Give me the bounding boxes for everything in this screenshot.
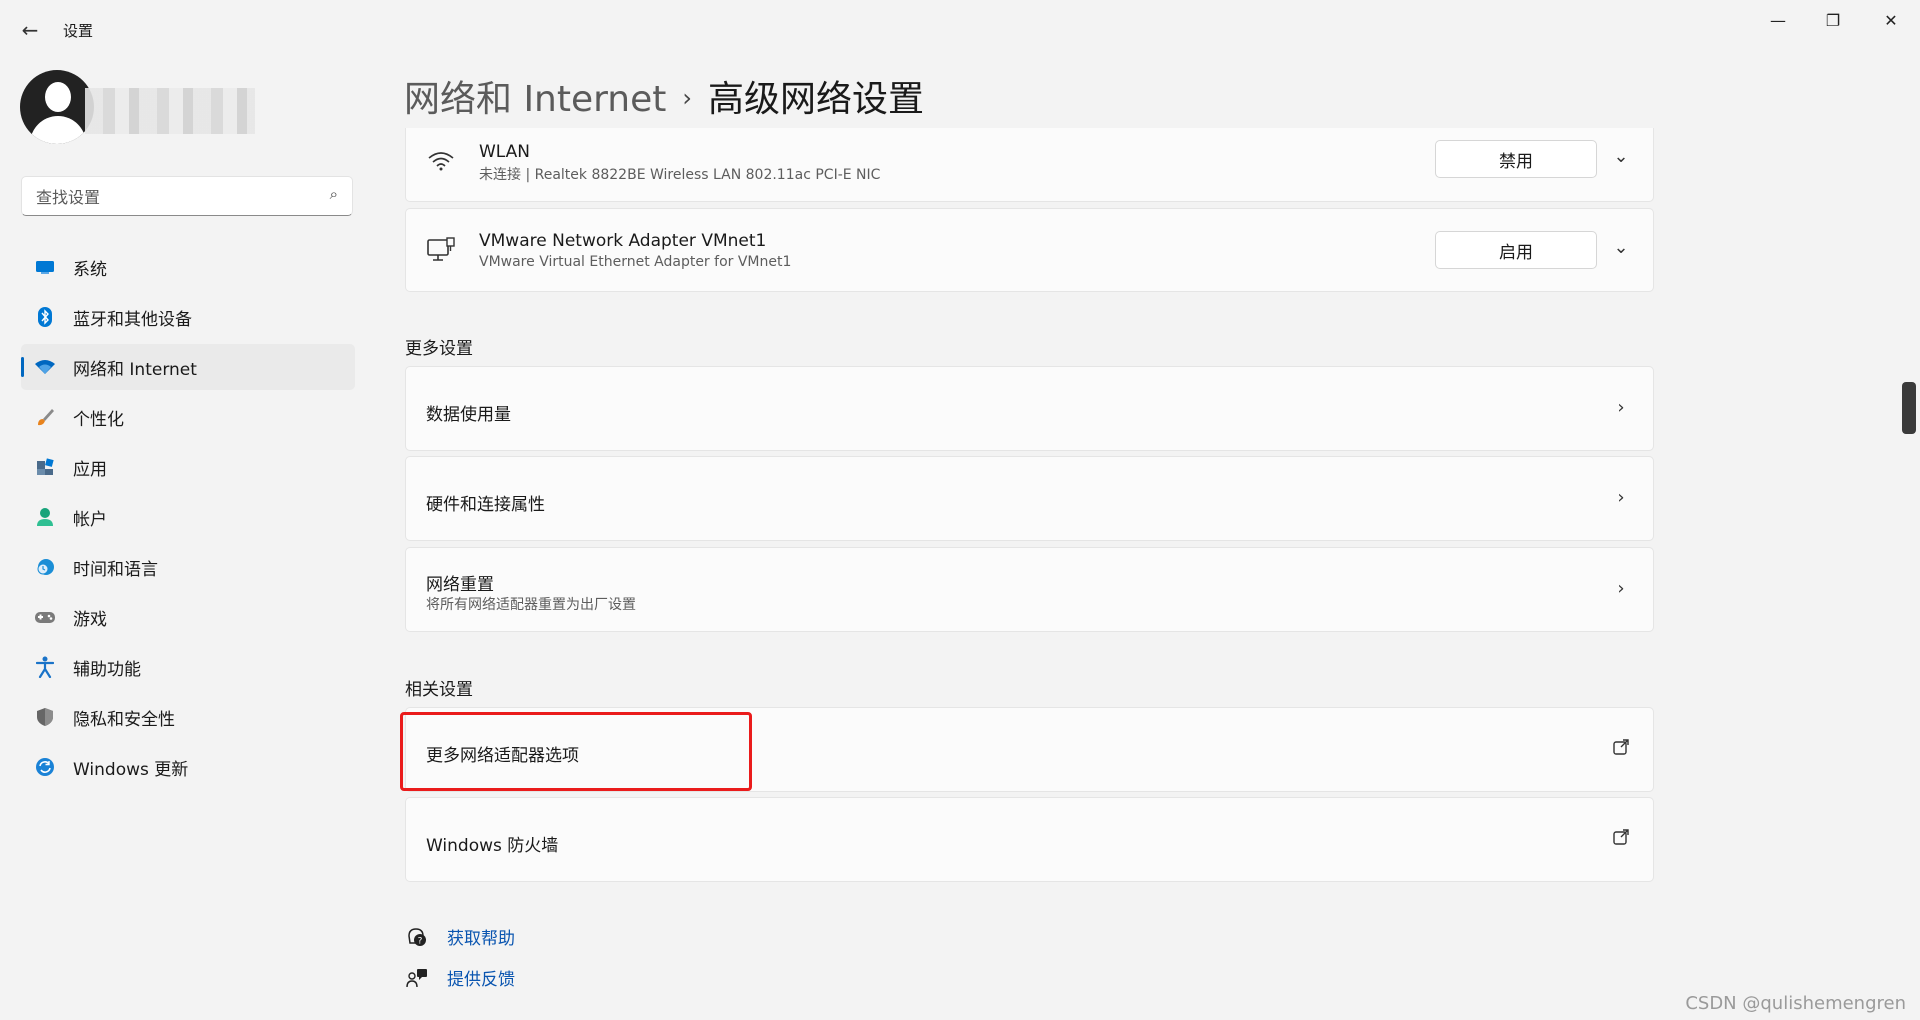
apps-icon: [33, 455, 57, 479]
sidebar-nav: 系统 蓝牙和其他设备 网络和 Internet 个性化 应用 帐户 时间和语言 …: [21, 244, 355, 794]
wifi-icon: [426, 146, 456, 176]
ethernet-adapter-icon: [426, 235, 456, 265]
get-help-label[interactable]: 获取帮助: [447, 924, 515, 949]
sidebar-item-accessibility[interactable]: 辅助功能: [21, 644, 355, 690]
clock-globe-icon: [33, 555, 57, 579]
sidebar-item-windows-update[interactable]: Windows 更新: [21, 744, 355, 790]
breadcrumb: 网络和 Internet › 高级网络设置: [404, 70, 924, 122]
back-arrow-icon[interactable]: ←: [16, 14, 44, 46]
sidebar-item-label: 应用: [73, 459, 107, 480]
external-link-icon: [1611, 828, 1631, 851]
sidebar-item-label: 辅助功能: [73, 659, 141, 680]
search-box[interactable]: ⌕: [21, 176, 353, 216]
wifi-icon: [33, 355, 57, 379]
section-heading-more-settings: 更多设置: [405, 339, 473, 359]
update-icon: [33, 755, 57, 779]
sidebar-item-system[interactable]: 系统: [21, 244, 355, 290]
sidebar-item-label: 游戏: [73, 609, 107, 630]
search-input[interactable]: [34, 185, 308, 209]
shield-icon: [33, 705, 57, 729]
external-link-icon: [1611, 738, 1631, 761]
sidebar-item-bluetooth[interactable]: 蓝牙和其他设备: [21, 294, 355, 340]
svg-text:?: ?: [418, 936, 423, 946]
bluetooth-icon: [33, 305, 57, 329]
sidebar-item-apps[interactable]: 应用: [21, 444, 355, 490]
highlight-box: [400, 712, 752, 791]
sidebar-item-label: 蓝牙和其他设备: [73, 309, 192, 330]
settings-row-data-usage[interactable]: 数据使用量 ›: [405, 366, 1654, 451]
breadcrumb-parent[interactable]: 网络和 Internet: [404, 79, 666, 120]
get-help-link[interactable]: ? 获取帮助: [405, 924, 515, 949]
sidebar-item-network[interactable]: 网络和 Internet: [21, 344, 355, 390]
page-title: 高级网络设置: [708, 79, 925, 120]
sidebar-item-label: 隐私和安全性: [73, 709, 175, 730]
blurred-username: [85, 88, 255, 134]
row-title: 硬件和连接属性: [426, 495, 545, 515]
close-button[interactable]: ✕: [1868, 8, 1914, 32]
row-title: 网络重置: [426, 575, 494, 595]
adapter-card-wlan[interactable]: WLAN 未连接 | Realtek 8822BE Wireless LAN 8…: [405, 128, 1654, 202]
help-icon: ?: [405, 925, 429, 949]
sidebar-item-label: 系统: [73, 259, 107, 280]
minimize-button[interactable]: —: [1755, 8, 1801, 32]
avatar[interactable]: [20, 70, 94, 144]
window-title: 设置: [63, 22, 94, 40]
feedback-icon: [405, 966, 429, 990]
row-title: 数据使用量: [426, 405, 511, 425]
accessibility-icon: [33, 655, 57, 679]
breadcrumb-separator: ›: [682, 84, 692, 112]
sidebar-item-accounts[interactable]: 帐户: [21, 494, 355, 540]
settings-row-network-reset[interactable]: 网络重置 将所有网络适配器重置为出厂设置 ›: [405, 547, 1654, 632]
sidebar-item-gaming[interactable]: 游戏: [21, 594, 355, 640]
sidebar-item-label: 时间和语言: [73, 559, 158, 580]
row-title: Windows 防火墙: [426, 836, 559, 856]
adapter-description: VMware Virtual Ethernet Adapter for VMne…: [479, 254, 792, 270]
disable-adapter-button[interactable]: 禁用: [1435, 140, 1597, 178]
title-bar: ← 设置 — ❐ ✕: [0, 0, 1920, 60]
enable-adapter-button[interactable]: 启用: [1435, 231, 1597, 269]
scrollbar-thumb[interactable]: [1902, 382, 1916, 434]
adapter-card-vmnet1[interactable]: VMware Network Adapter VMnet1 VMware Vir…: [405, 208, 1654, 292]
avatar-shoulders: [30, 116, 86, 144]
account-icon: [33, 505, 57, 529]
adapter-name: WLAN: [479, 142, 531, 162]
chevron-right-icon: ›: [1617, 578, 1625, 599]
settings-row-windows-firewall[interactable]: Windows 防火墙: [405, 797, 1654, 882]
give-feedback-label[interactable]: 提供反馈: [447, 965, 515, 990]
adapter-description: 未连接 | Realtek 8822BE Wireless LAN 802.11…: [479, 167, 881, 183]
settings-row-hardware-properties[interactable]: 硬件和连接属性 ›: [405, 456, 1654, 541]
sidebar-item-label: Windows 更新: [73, 759, 189, 780]
system-icon: [33, 255, 57, 279]
search-icon: ⌕: [329, 185, 338, 203]
chevron-down-icon[interactable]: ⌄: [1611, 146, 1631, 167]
row-subtitle: 将所有网络适配器重置为出厂设置: [426, 597, 636, 613]
adapter-name: VMware Network Adapter VMnet1: [479, 231, 767, 251]
chevron-right-icon: ›: [1617, 487, 1625, 508]
avatar-head: [45, 82, 71, 112]
sidebar-item-label: 网络和 Internet: [73, 359, 197, 380]
give-feedback-link[interactable]: 提供反馈: [405, 965, 515, 990]
chevron-right-icon: ›: [1617, 397, 1625, 418]
sidebar-item-time-language[interactable]: 时间和语言: [21, 544, 355, 590]
brush-icon: [33, 405, 57, 429]
watermark: CSDN @qulishemengren: [1685, 993, 1906, 1014]
chevron-down-icon[interactable]: ⌄: [1611, 237, 1631, 258]
sidebar-item-label: 个性化: [73, 409, 124, 430]
section-heading-related-settings: 相关设置: [405, 680, 473, 700]
sidebar-item-privacy[interactable]: 隐私和安全性: [21, 694, 355, 740]
sidebar-item-label: 帐户: [73, 509, 107, 530]
gamepad-icon: [33, 605, 57, 629]
sidebar-item-personalization[interactable]: 个性化: [21, 394, 355, 440]
maximize-button[interactable]: ❐: [1810, 8, 1856, 32]
